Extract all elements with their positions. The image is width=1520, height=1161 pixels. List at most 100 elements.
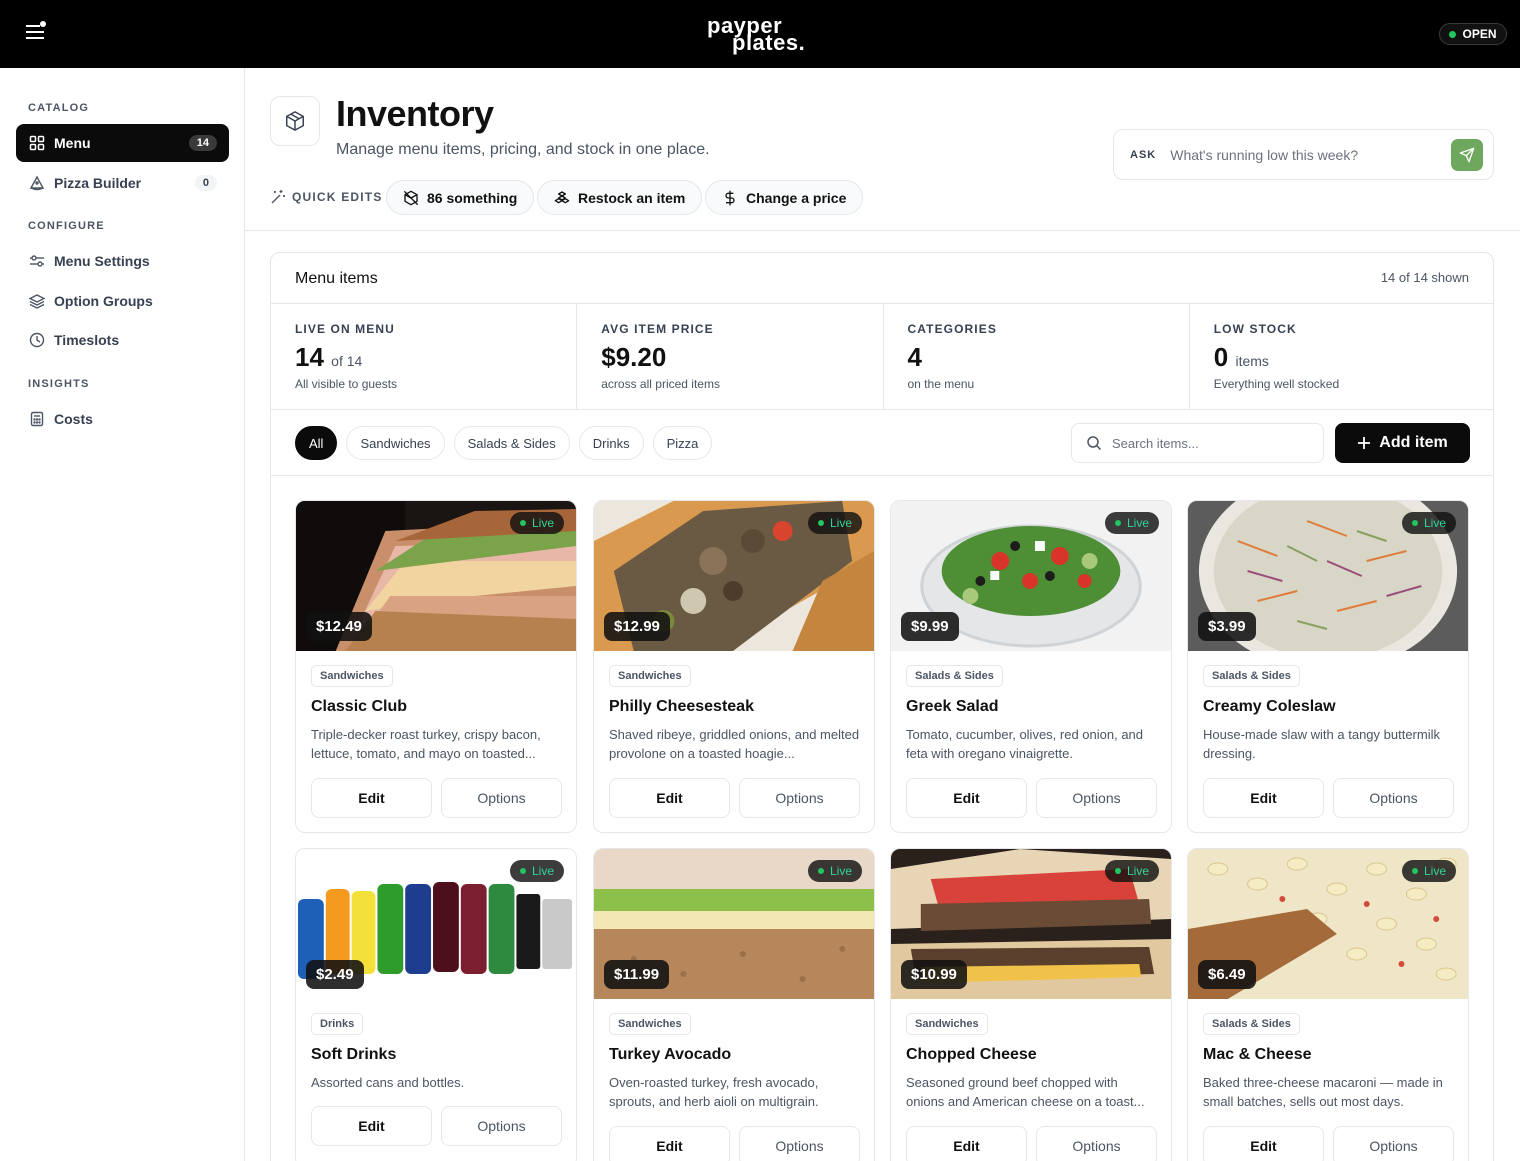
options-button[interactable]: Options: [1036, 778, 1157, 818]
edit-button[interactable]: Edit: [906, 778, 1027, 818]
add-item-button[interactable]: Add item: [1335, 423, 1470, 463]
sidebar-item-pizza-builder[interactable]: Pizza Builder 0: [16, 164, 229, 202]
options-button[interactable]: Options: [441, 778, 562, 818]
price-tag: $11.99: [604, 960, 670, 989]
options-button[interactable]: Options: [441, 1106, 562, 1146]
live-status-badge: Live: [1401, 512, 1456, 534]
sidebar-item-label: Menu: [54, 135, 91, 151]
edit-button[interactable]: Edit: [609, 778, 730, 818]
box-off-icon: [403, 190, 419, 205]
stat-avg-item-price: AVG ITEM PRICE $9.20 across all priced i…: [577, 304, 884, 409]
quick-edits-label: QUICK EDITS: [270, 189, 383, 205]
category-tag: Drinks: [311, 1013, 364, 1035]
live-dot-icon: [1114, 520, 1121, 526]
sidebar-item-menu[interactable]: Menu 14: [16, 124, 229, 162]
quick-edit-86-button[interactable]: 86 something: [386, 180, 535, 215]
dollar-icon: [725, 190, 735, 205]
item-name: Soft Drinks: [311, 1046, 397, 1063]
logo-line-2: plates.: [732, 30, 806, 55]
grid-divider: [271, 475, 1493, 476]
stat-number: 4: [907, 342, 922, 372]
item-photo: Live $3.99: [1188, 501, 1468, 651]
top-bar: payper plates. OPEN: [0, 0, 1520, 68]
live-dot-icon: [519, 520, 526, 526]
sidebar-item-label: Timeslots: [54, 332, 120, 348]
stat-value: 0 items: [1214, 342, 1471, 373]
ask-assistant-field[interactable]: ASK What's running low this week?: [1113, 129, 1494, 180]
stat-label: LIVE ON MENU: [295, 322, 395, 336]
header-divider: [245, 230, 1520, 231]
options-button[interactable]: Options: [1333, 1126, 1454, 1161]
menu-item-card: Live $2.49 Drinks Soft Drinks Assorted c…: [295, 848, 577, 1161]
live-label: Live: [1126, 864, 1149, 878]
category-tag: Salads & Sides: [1203, 665, 1300, 687]
live-status-badge: Live: [1104, 860, 1159, 882]
sidebar-item-timeslots[interactable]: Timeslots: [16, 321, 229, 359]
stat-suffix: items: [1235, 353, 1269, 369]
item-name: Mac & Cheese: [1203, 1046, 1312, 1063]
edit-button[interactable]: Edit: [311, 1106, 432, 1146]
stat-categories: CATEGORIES 4 on the menu: [884, 304, 1190, 409]
edit-button[interactable]: Edit: [609, 1126, 730, 1161]
stat-label: AVG ITEM PRICE: [601, 322, 714, 336]
live-status-badge: Live: [509, 512, 564, 534]
sidebar-item-label: Pizza Builder: [54, 175, 142, 191]
stat-low-stock: LOW STOCK 0 items Everything well stocke…: [1190, 304, 1493, 409]
quick-edit-label: Restock an item: [578, 189, 686, 206]
menu-item-card: Live $11.99 Sandwiches Turkey Avocado Ov…: [593, 848, 875, 1161]
filter-chip-pizza[interactable]: Pizza: [652, 426, 713, 460]
live-label: Live: [1423, 864, 1446, 878]
edit-button[interactable]: Edit: [906, 1126, 1027, 1161]
edit-button[interactable]: Edit: [311, 778, 432, 818]
category-tag: Sandwiches: [609, 665, 691, 687]
item-description: Triple-decker roast turkey, crispy bacon…: [311, 727, 541, 761]
boxes-icon: [554, 190, 570, 203]
item-name: Classic Club: [311, 698, 408, 715]
live-dot-icon: [1114, 868, 1121, 874]
stat-note: All visible to guests: [295, 377, 398, 391]
sidebar-item-option-groups[interactable]: Option Groups: [16, 282, 229, 320]
menu-item-card: Live $12.49 Sandwiches Classic Club Trip…: [295, 500, 577, 833]
quick-edit-label: 86 something: [427, 189, 518, 206]
live-status-badge: Live: [509, 860, 564, 882]
item-description: Baked three-cheese macaroni — made in sm…: [1203, 1075, 1443, 1109]
add-item-label: Add item: [1379, 434, 1448, 451]
live-label: Live: [829, 864, 852, 878]
filter-chip-drinks[interactable]: Drinks: [578, 426, 644, 460]
item-name: Chopped Cheese: [906, 1046, 1037, 1063]
sidebar-item-menu-settings[interactable]: Menu Settings: [16, 242, 229, 280]
live-dot-icon: [1411, 868, 1418, 874]
menu-toggle-icon[interactable]: [24, 20, 48, 44]
filter-chip-sandwiches[interactable]: Sandwiches: [346, 426, 445, 460]
item-description: Tomato, cucumber, olives, red onion, and…: [906, 727, 1144, 761]
filter-chip-all[interactable]: All: [295, 426, 338, 460]
send-button[interactable]: [1451, 138, 1483, 171]
stat-value: 4: [908, 342, 1165, 373]
category-tag: Sandwiches: [311, 665, 393, 687]
options-button[interactable]: Options: [739, 778, 860, 818]
live-label: Live: [1423, 516, 1446, 530]
brand-logo[interactable]: payper plates.: [700, 12, 820, 56]
live-dot-icon: [817, 868, 824, 874]
stat-live-on-menu: LIVE ON MENU 14 of 14 All visible to gue…: [271, 304, 578, 409]
menu-item-card: Live $9.99 Salads & Sides Greek Salad To…: [890, 500, 1172, 833]
filter-chip-salads-sides[interactable]: Salads & Sides: [453, 426, 570, 460]
search-input[interactable]: [1112, 435, 1302, 451]
item-description: Shaved ribeye, griddled onions, and melt…: [609, 727, 860, 761]
options-button[interactable]: Options: [1333, 778, 1454, 818]
item-description: House-made slaw with a tangy buttermilk …: [1203, 727, 1440, 761]
options-button[interactable]: Options: [1036, 1126, 1157, 1161]
item-photo: Live $2.49: [296, 849, 576, 999]
ask-input[interactable]: What's running low this week?: [1170, 147, 1451, 163]
quick-edit-price-button[interactable]: Change a price: [705, 180, 864, 215]
quick-edit-restock-button[interactable]: Restock an item: [537, 180, 703, 215]
sidebar-item-costs[interactable]: Costs: [16, 400, 229, 438]
edit-button[interactable]: Edit: [1203, 1126, 1324, 1161]
stat-number: 0: [1213, 342, 1229, 372]
live-status-badge: Live: [807, 860, 862, 882]
store-status-badge[interactable]: OPEN: [1439, 23, 1507, 45]
price-tag: $2.49: [306, 960, 364, 989]
edit-button[interactable]: Edit: [1203, 778, 1324, 818]
live-label: Live: [829, 516, 852, 530]
options-button[interactable]: Options: [739, 1126, 860, 1161]
